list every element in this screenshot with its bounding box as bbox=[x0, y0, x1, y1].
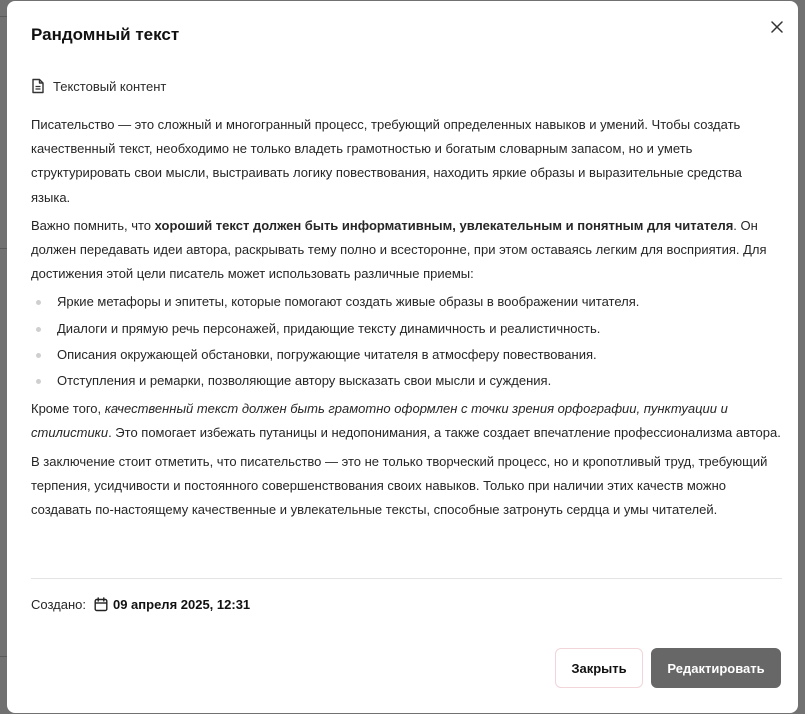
close-icon bbox=[771, 21, 783, 33]
created-date: 09 апреля 2025, 12:31 bbox=[112, 597, 251, 612]
close-dialog-button[interactable] bbox=[764, 14, 790, 40]
calendar-icon bbox=[94, 597, 108, 612]
list-item-text: Отступления и ремарки, позволяющие автор… bbox=[57, 373, 552, 389]
bullet-dot bbox=[36, 352, 41, 358]
created-info: Создано: 09 апреля 2025, 12:31 bbox=[31, 597, 250, 612]
paragraph-3-rest: . Это помогает избежать путаницы и недоп… bbox=[108, 425, 781, 441]
paragraph-2-intro: Важно помнить, что bbox=[31, 217, 155, 233]
list-item-text: Описания окружающей обстановки, погружаю… bbox=[57, 346, 597, 362]
paragraph-2-bold: хороший текст должен быть информативным,… bbox=[154, 217, 734, 233]
dialog-title: Рандомный текст bbox=[31, 25, 180, 44]
text-dialog: Рандомный текст Текстовый контент Писате… bbox=[7, 1, 798, 713]
bullet-dot bbox=[36, 379, 41, 385]
paragraph-2: Важно помнить, что хороший текст должен … bbox=[31, 214, 783, 287]
section-label: Текстовый контент bbox=[53, 78, 167, 94]
section-header: Текстовый контент bbox=[31, 78, 166, 94]
paragraph-3-intro: Кроме того, bbox=[31, 401, 105, 417]
list-item-text: Диалоги и прямую речь персонажей, придаю… bbox=[57, 320, 601, 336]
text-content: Писательство — это сложный и многогранны… bbox=[31, 113, 783, 526]
edit-button[interactable]: Редактировать bbox=[651, 648, 781, 688]
close-button[interactable]: Закрыть bbox=[555, 648, 643, 688]
techniques-list: Яркие метафоры и эпитеты, которые помога… bbox=[31, 290, 783, 393]
paragraph-4: В заключение стоит отметить, что писател… bbox=[31, 453, 768, 518]
list-item: Отступления и ремарки, позволяющие автор… bbox=[31, 369, 783, 393]
document-icon bbox=[32, 78, 44, 94]
created-label: Создано: bbox=[31, 597, 86, 612]
paragraph-1: Писательство — это сложный и многогранны… bbox=[31, 117, 742, 205]
bullet-dot bbox=[36, 326, 41, 332]
list-item-text: Яркие метафоры и эпитеты, которые помога… bbox=[57, 294, 640, 310]
divider bbox=[31, 578, 782, 579]
list-item: Диалоги и прямую речь персонажей, придаю… bbox=[31, 317, 783, 341]
list-item: Описания окружающей обстановки, погружаю… bbox=[31, 343, 783, 367]
paragraph-3: Кроме того, качественный текст должен бы… bbox=[31, 397, 783, 445]
list-item: Яркие метафоры и эпитеты, которые помога… bbox=[31, 290, 783, 314]
bullet-dot bbox=[36, 300, 41, 306]
